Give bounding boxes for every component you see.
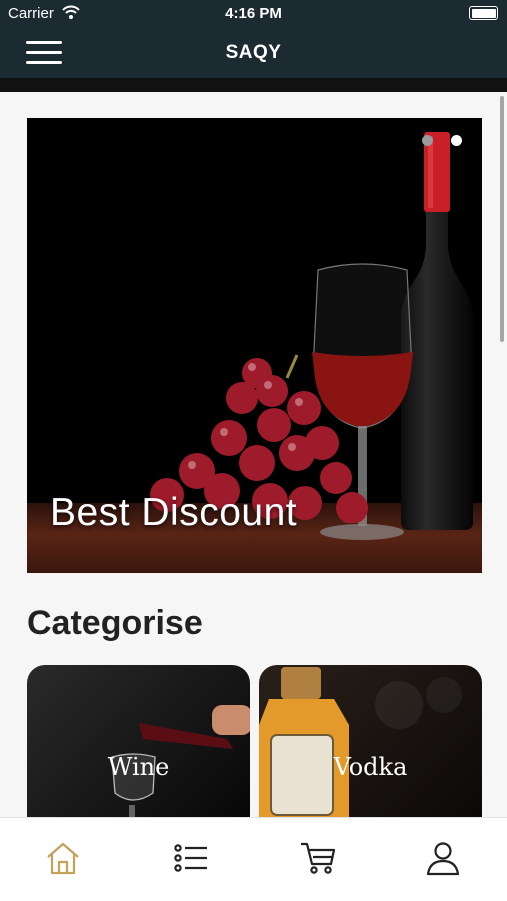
app-title: SAQY [225, 42, 282, 63]
clock: 4:16 PM [225, 5, 282, 22]
bottom-tab-bar [0, 817, 507, 901]
category-label-wine: Wine [107, 753, 170, 781]
profile-icon[interactable] [425, 840, 461, 876]
carousel-dot[interactable] [451, 135, 462, 146]
promo-banner[interactable]: Best Discount [27, 118, 482, 573]
category-card-vodka[interactable]: Vodka [259, 665, 482, 835]
categories-heading: Categorise [27, 604, 203, 642]
home-icon[interactable] [45, 840, 81, 876]
category-label-vodka: Vodka [333, 753, 408, 781]
battery-icon [469, 6, 498, 20]
cart-icon[interactable] [300, 840, 336, 876]
app-bar: SAQY [0, 26, 507, 78]
carousel-dot[interactable] [422, 135, 433, 146]
tequila-bottle-image [259, 667, 462, 835]
wine-pour-image [111, 705, 250, 835]
header-divider [0, 78, 507, 92]
scrollbar[interactable] [500, 96, 504, 342]
status-bar: Carrier 4:16 PM [0, 0, 507, 26]
list-icon[interactable] [173, 840, 209, 876]
carousel-indicator [422, 135, 462, 146]
category-card-wine[interactable]: Wine [27, 665, 250, 835]
banner-title: Best Discount [50, 491, 298, 534]
